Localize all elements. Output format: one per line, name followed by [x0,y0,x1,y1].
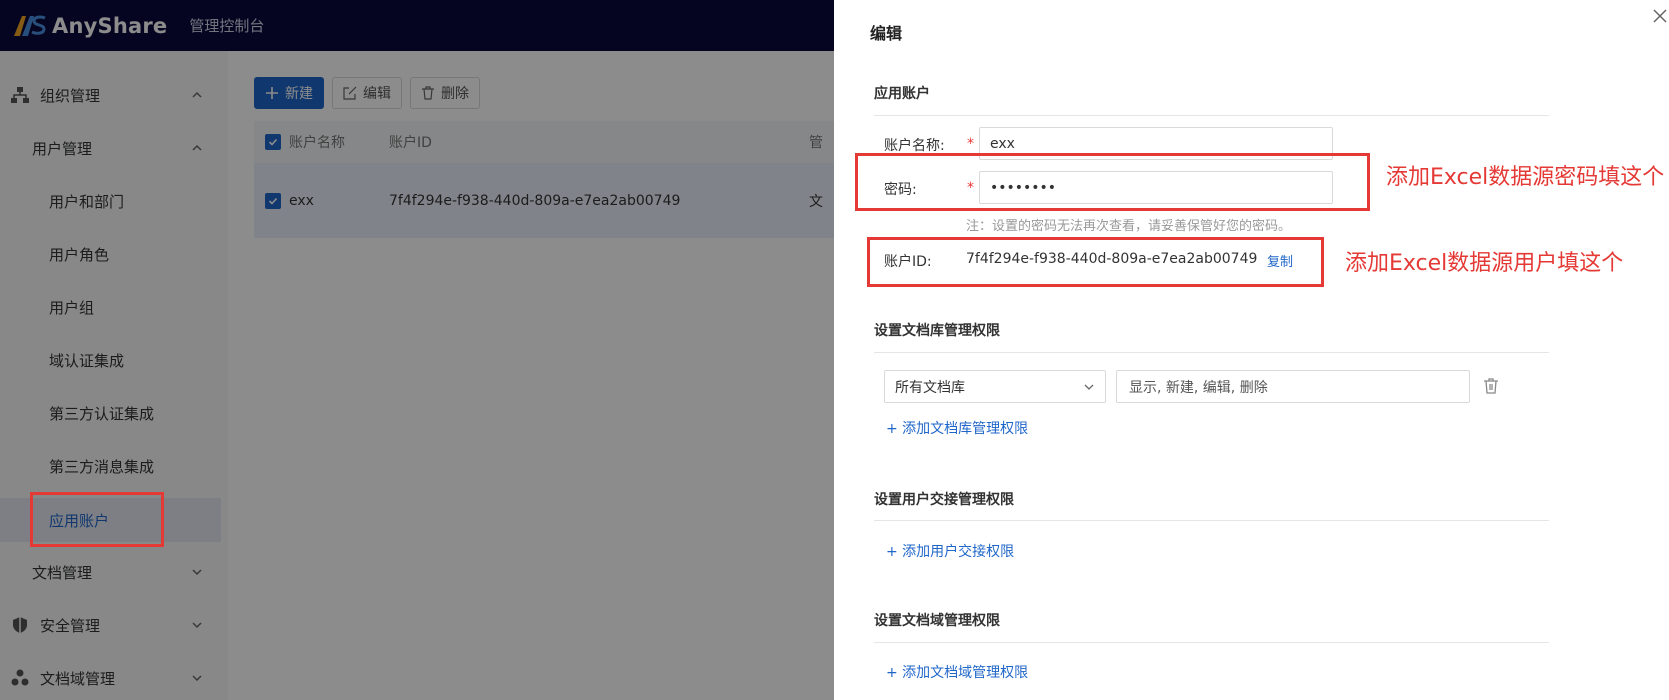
divider [874,520,1549,521]
annotation-box-password [855,153,1370,211]
divider [874,642,1549,643]
add-library-permission-link[interactable]: + 添加文档库管理权限 [886,418,1028,438]
annotation-box-app-accounts [30,492,164,547]
required-marker: * [967,136,974,152]
close-icon[interactable] [1650,6,1669,26]
annotation-box-account-id [867,237,1324,287]
section-app-account: 应用账户 [874,86,930,102]
divider [874,115,1549,116]
library-permissions-value: 显示, 新建, 编辑, 删除 [1129,379,1268,396]
library-permissions-field[interactable]: 显示, 新建, 编辑, 删除 [1116,370,1470,403]
add-domain-permission-link[interactable]: + 添加文档域管理权限 [886,662,1028,682]
drawer-title: 编辑 [870,24,903,43]
divider [874,352,1549,353]
add-handover-permission-link[interactable]: + 添加用户交接权限 [886,541,1014,561]
chevron-down-icon [1084,384,1094,390]
edit-drawer: 编辑 应用账户 账户名称: * exx 密码: * •••••••• 注：设置的… [834,0,1669,700]
library-select[interactable]: 所有文档库 [884,370,1106,403]
section-lib-perm: 设置文档库管理权限 [874,323,1000,339]
trash-icon[interactable] [1481,376,1501,396]
section-handover-perm: 设置用户交接管理权限 [874,492,1014,508]
library-select-value: 所有文档库 [895,379,965,396]
modal-overlay[interactable] [0,0,834,700]
password-note: 注：设置的密码无法再次查看，请妥善保管好您的密码。 [966,219,1292,234]
annotation-user-hint: 添加Excel数据源用户填这个 [1345,251,1624,276]
account-name-label: 账户名称: [884,138,945,154]
annotation-password-hint: 添加Excel数据源密码填这个 [1386,165,1665,190]
section-domain-perm: 设置文档域管理权限 [874,613,1000,629]
account-name-value: exx [990,135,1015,152]
